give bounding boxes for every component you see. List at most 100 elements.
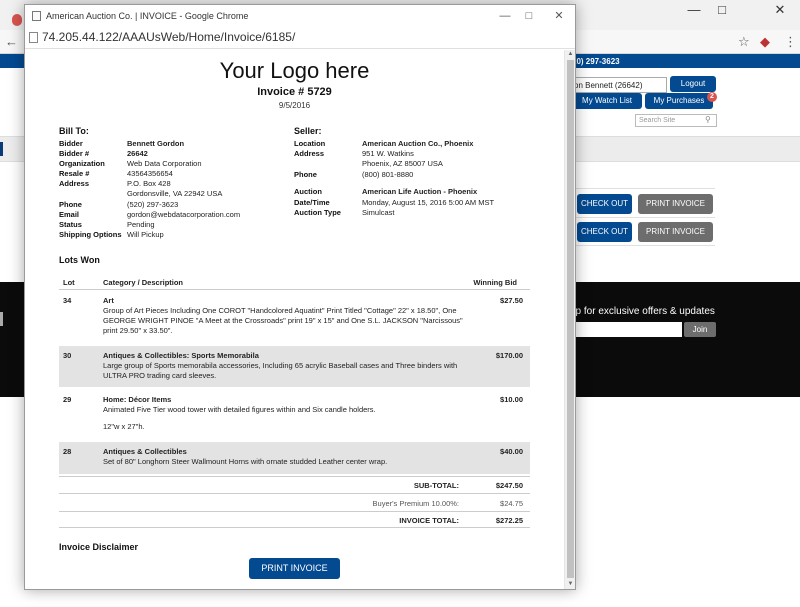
- close-icon[interactable]: ✕: [549, 8, 569, 24]
- table-row: 28 Antiques & Collectibles Set of 80" Lo…: [59, 442, 530, 474]
- lot-winning-bid: $40.00: [500, 447, 523, 456]
- seller-value: American Auction Co., Phoenix: [362, 139, 474, 148]
- watch-list-button[interactable]: My Watch List: [572, 93, 642, 109]
- bill-value: Bennett Gordon: [127, 139, 185, 148]
- tab-favicon-icon[interactable]: [12, 14, 22, 26]
- lot-number: 28: [63, 447, 72, 456]
- left-edge-marker: [0, 142, 3, 156]
- logo-placeholder: Your Logo here: [219, 58, 370, 83]
- seller-label: Phone: [294, 170, 317, 179]
- bill-label: Resale #: [59, 169, 90, 178]
- seller-value: Monday, August 15, 2016 5:00 AM MST: [362, 198, 495, 207]
- invoice-disclaimer-heading: Invoice Disclaimer: [59, 542, 139, 552]
- page-icon: [32, 11, 41, 21]
- lot-description: Group of Art Pieces Including One COROT …: [103, 306, 463, 335]
- scroll-up-arrow-icon[interactable]: ▲: [567, 50, 574, 59]
- popup-titlebar: American Auction Co. | INVOICE - Google …: [25, 5, 575, 28]
- lot-dimensions: 12"w x 27"h.: [103, 422, 145, 431]
- check-out-button[interactable]: CHECK OUT: [577, 222, 632, 242]
- lots-won-heading: Lots Won: [59, 255, 100, 265]
- seller-label: Location: [294, 139, 326, 148]
- extension-icon[interactable]: ◆: [760, 34, 770, 50]
- newsletter-email-input[interactable]: [570, 322, 682, 337]
- search-icon[interactable]: ⚲: [705, 115, 711, 124]
- column-header-bid: Winning Bid: [473, 278, 517, 287]
- totals-divider: [59, 511, 530, 512]
- minimize-icon[interactable]: —: [680, 0, 708, 22]
- lot-number: 29: [63, 395, 72, 404]
- seller-heading: Seller:: [294, 126, 322, 136]
- bill-label: Bidder: [59, 139, 83, 148]
- close-icon[interactable]: ✕: [766, 0, 794, 22]
- lot-description: Animated Five Tier wood tower with detai…: [103, 405, 376, 414]
- totals-divider: [59, 476, 530, 477]
- lot-winning-bid: $170.00: [495, 351, 523, 360]
- seller-value: American Life Auction - Phoenix: [362, 187, 478, 196]
- print-invoice-button[interactable]: PRINT INVOICE: [638, 222, 713, 242]
- left-edge-marker: [0, 312, 3, 326]
- seller-value: (800) 801-8880: [362, 170, 414, 179]
- bill-to-heading: Bill To:: [59, 126, 89, 136]
- bill-label: Shipping Options: [59, 230, 122, 239]
- bill-label: Status: [59, 220, 82, 229]
- totals-divider: [59, 527, 530, 528]
- seller-value: Phoenix, AZ 85007 USA: [362, 159, 443, 168]
- lot-category: Art: [103, 296, 114, 305]
- lot-category: Antiques & Collectibles: [103, 447, 187, 456]
- check-out-button[interactable]: CHECK OUT: [577, 194, 632, 214]
- print-invoice-button[interactable]: PRINT INVOICE: [638, 194, 713, 214]
- invoice-number: Invoice # 5729: [257, 86, 332, 98]
- print-invoice-button[interactable]: PRINT INVOICE: [249, 558, 340, 579]
- bill-value: 43564356654: [127, 169, 173, 178]
- back-arrow-icon[interactable]: ←: [5, 34, 18, 49]
- popup-title: American Auction Co. | INVOICE - Google …: [46, 11, 249, 21]
- scrollbar-thumb[interactable]: [567, 60, 574, 578]
- row-divider: [570, 188, 715, 189]
- buyers-premium-label: Buyer's Premium 10.00%:: [372, 499, 459, 508]
- lots-table-header: Lot Category / Description Winning Bid: [59, 274, 530, 290]
- my-purchases-button[interactable]: My Purchases: [645, 93, 713, 109]
- seller-label: Date/Time: [294, 198, 330, 207]
- bill-value: (520) 297-3623: [127, 200, 179, 209]
- bill-value: Gordonsville, VA 22942 USA: [127, 189, 223, 198]
- join-button[interactable]: Join: [684, 322, 716, 337]
- seller-label: Auction: [294, 187, 322, 196]
- table-row: 30 Antiques & Collectibles: Sports Memor…: [59, 346, 530, 387]
- subtotal-value: $247.50: [495, 481, 523, 490]
- minimize-icon[interactable]: —: [495, 8, 515, 24]
- lot-winning-bid: $27.50: [500, 296, 523, 305]
- page-icon: [29, 32, 38, 43]
- seller-label: Auction Type: [294, 208, 341, 217]
- popup-address-bar: 74.205.44.122/AAAUsWeb/Home/Invoice/6185…: [25, 28, 575, 49]
- bill-value: Will Pickup: [127, 230, 164, 239]
- lot-category: Home: Décor Items: [103, 395, 172, 404]
- seller-label: Address: [294, 149, 325, 158]
- popup-scrollbar[interactable]: ▲ ▼: [564, 50, 575, 589]
- lot-winning-bid: $10.00: [500, 395, 523, 404]
- logout-button[interactable]: Logout: [670, 76, 716, 92]
- maximize-icon[interactable]: □: [519, 8, 539, 24]
- menu-dots-icon[interactable]: ⋮: [784, 34, 797, 50]
- invoice-date: 9/5/2016: [278, 101, 311, 110]
- lot-category: Antiques & Collectibles: Sports Memorabi…: [103, 351, 259, 360]
- column-header-category: Category / Description: [103, 278, 184, 287]
- invoice-content: Your Logo here Invoice # 5729 9/5/2016 B…: [25, 50, 564, 589]
- user-name-display: on Bennett (26642): [570, 77, 667, 93]
- table-row: 34 Art Group of Art Pieces Including One…: [59, 291, 530, 344]
- popup-url[interactable]: 74.205.44.122/AAAUsWeb/Home/Invoice/6185…: [42, 30, 295, 44]
- maximize-icon[interactable]: □: [708, 0, 736, 22]
- row-divider: [570, 217, 715, 218]
- purchases-count-badge: 2: [707, 92, 717, 102]
- invoice-total-label: INVOICE TOTAL:: [399, 516, 459, 525]
- subtotal-label: SUB-TOTAL:: [413, 481, 459, 490]
- lot-number: 30: [63, 351, 72, 360]
- bill-value: Pending: [127, 220, 155, 229]
- lot-description: Large group of Sports memorabila accesso…: [103, 361, 458, 380]
- scroll-down-arrow-icon[interactable]: ▼: [567, 580, 574, 589]
- bookmark-star-icon[interactable]: ☆: [738, 34, 750, 50]
- lot-number: 34: [63, 296, 72, 305]
- bill-label: Phone: [59, 200, 82, 209]
- totals-divider: [59, 493, 530, 494]
- bill-value: 26642: [127, 149, 148, 158]
- seller-value: 951 W. Watkins: [362, 149, 414, 158]
